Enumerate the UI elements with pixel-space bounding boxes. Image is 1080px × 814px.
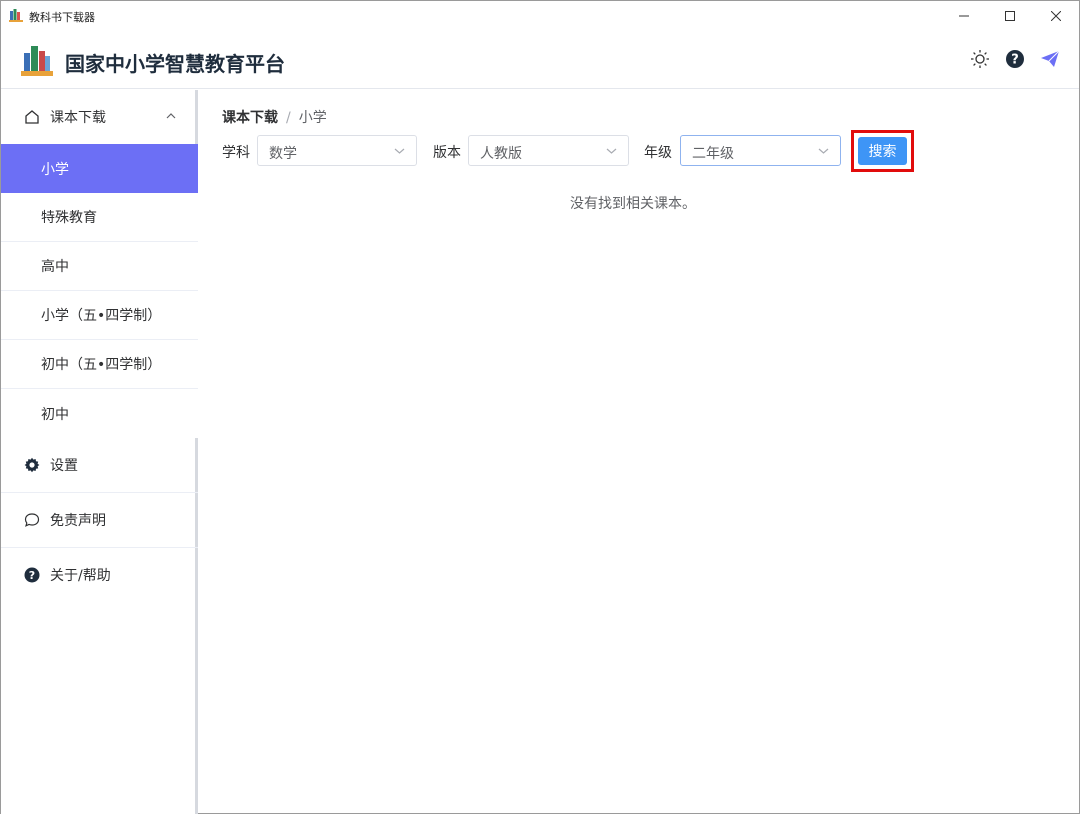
grade-select-value: 二年级 [692, 146, 734, 162]
svg-text:?: ? [1011, 53, 1019, 68]
help-button[interactable]: ? [1004, 48, 1026, 70]
menu-about-help[interactable]: ? 关于/帮助 [1, 548, 198, 602]
sidebar-item-high-school[interactable]: 高中 [1, 242, 198, 291]
chevron-up-icon [166, 113, 176, 119]
theme-toggle-button[interactable] [969, 48, 991, 70]
breadcrumb-current: 小学 [298, 110, 327, 126]
menu-textbook-download-label: 课本下载 [50, 110, 106, 126]
chevron-down-icon [818, 148, 829, 154]
menu-settings-label: 设置 [50, 458, 78, 474]
edition-select-value: 人教版 [480, 146, 522, 162]
home-icon [25, 110, 39, 124]
maximize-icon [1005, 11, 1015, 21]
app-window: 教科书下载器 国家中小学智慧教育平台 ? 课本下载 小学 特殊教育 高中 小学（… [0, 0, 1080, 814]
minimize-button[interactable] [941, 1, 987, 31]
grade-label: 年级 [644, 145, 672, 161]
menu-settings[interactable]: 设置 [1, 438, 198, 492]
window-title: 教科书下载器 [29, 11, 95, 24]
menu-about-help-label: 关于/帮助 [50, 568, 111, 584]
maximize-button[interactable] [987, 1, 1033, 31]
paper-plane-icon [1041, 50, 1060, 67]
question-circle-icon: ? [1006, 50, 1024, 68]
breadcrumb-separator: / [286, 110, 291, 126]
app-header: 国家中小学智慧教育平台 ? [1, 31, 1079, 89]
minimize-icon [959, 15, 969, 17]
empty-result-message: 没有找到相关课本。 [570, 196, 696, 212]
sidebar: 课本下载 小学 特殊教育 高中 小学（五•四学制） 初中（五•四学制） 初中 设… [1, 90, 198, 814]
menu-disclaimer[interactable]: 免责声明 [1, 493, 198, 547]
search-button[interactable]: 搜索 [858, 137, 907, 165]
app-name: 国家中小学智慧教育平台 [65, 52, 285, 76]
menu-textbook-download[interactable]: 课本下载 [1, 90, 198, 144]
breadcrumb-root[interactable]: 课本下载 [222, 110, 278, 126]
sidebar-item-junior[interactable]: 初中 [1, 389, 198, 438]
close-icon [1051, 11, 1061, 21]
search-button-highlight: 搜索 [851, 130, 914, 172]
subject-select[interactable]: 数学 [257, 135, 417, 166]
subject-select-value: 数学 [269, 146, 297, 162]
edition-label: 版本 [433, 145, 461, 161]
sidebar-item-junior-54[interactable]: 初中（五•四学制） [1, 340, 198, 389]
chevron-down-icon [394, 148, 405, 154]
chat-bubble-icon [24, 513, 40, 527]
chevron-down-icon [606, 148, 617, 154]
sidebar-item-primary-54[interactable]: 小学（五•四学制） [1, 291, 198, 340]
edition-select[interactable]: 人教版 [468, 135, 629, 166]
books-logo-icon [21, 46, 53, 76]
grade-select[interactable]: 二年级 [680, 135, 841, 166]
menu-disclaimer-label: 免责声明 [50, 513, 106, 529]
sidebar-item-primary[interactable]: 小学 [1, 144, 198, 193]
subject-label: 学科 [222, 145, 250, 161]
question-circle-icon: ? [24, 567, 40, 583]
gear-icon [24, 457, 40, 473]
close-button[interactable] [1033, 1, 1079, 31]
books-icon [9, 9, 23, 22]
sun-icon [971, 50, 989, 68]
sidebar-item-special-education[interactable]: 特殊教育 [1, 193, 198, 242]
title-bar: 教科书下载器 [1, 1, 1079, 31]
breadcrumb: 课本下载 / 小学 [222, 107, 327, 127]
svg-text:?: ? [29, 569, 35, 582]
feedback-button[interactable] [1039, 48, 1061, 70]
